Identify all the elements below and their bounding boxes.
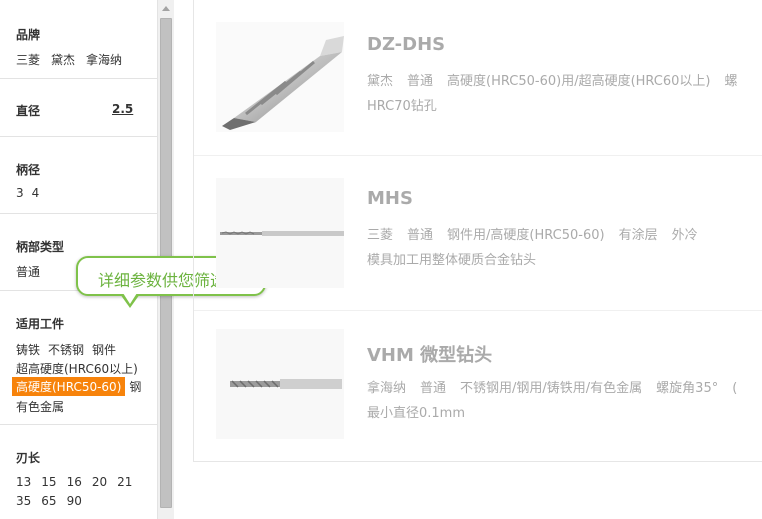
product-card[interactable]: MHS 三菱 普通 钢件用/高硬度(HRC50-60) 有涂层 外冷 模具加工用整体硬质… [194, 155, 762, 308]
drill-dz-dhs-icon [222, 36, 344, 130]
product-tags: 黛杰 普通 高硬度(HRC50-60)用/超高硬度(HRC60以上) 螺 [367, 70, 752, 89]
tooltip-tail [120, 293, 140, 308]
blade-length-option[interactable]: 13 [16, 475, 31, 489]
workpiece-option-stainless[interactable]: 不锈钢 [48, 341, 84, 358]
product-tag: ( [732, 381, 738, 396]
product-list: DZ-DHS 黛杰 普通 高硬度(HRC50-60)用/超高硬度(HRC60以上) 螺… [193, 0, 762, 462]
scroll-up-arrow-icon[interactable] [158, 0, 174, 17]
blade-length-option[interactable]: 21 [117, 475, 132, 489]
brand-option-mitsubishi[interactable]: 三菱 [16, 51, 40, 68]
shank-dia-option-3[interactable]: 3 [16, 186, 24, 200]
brand-options: 三菱 黛杰 拿海纳 [16, 51, 133, 68]
product-tag: 外冷 [671, 228, 698, 243]
filter-group-workpiece: 适用工件 铸铁 不锈钢 钢件 超高硬度(HRC60以上) 高硬度(HRC50-60)… [0, 291, 157, 425]
filter-title-blade-length: 刃长 [16, 451, 41, 465]
shank-dia-option-4[interactable]: 4 [32, 186, 40, 200]
workpiece-options-row3: 高硬度(HRC50-60) 钢 [12, 377, 152, 396]
product-tag: 高硬度(HRC50-60)用/超高硬度(HRC60以上) [447, 74, 711, 89]
brand-option-daijet[interactable]: 黛杰 [51, 51, 75, 68]
product-name[interactable]: MHS [367, 188, 413, 209]
workpiece-options-row2: 超高硬度(HRC60以上) [16, 360, 149, 377]
product-tag: 普通 [420, 381, 447, 396]
filter-title-shank-dia: 柄径 [16, 163, 41, 177]
product-tags: 拿海纳 普通 不锈钢用/钢用/铸铁用/有色金属 螺旋角35° ( [367, 377, 751, 396]
workpiece-options-row1: 铸铁 不锈钢 钢件 [16, 341, 127, 358]
shank-dia-options: 34 [16, 186, 50, 200]
product-card[interactable]: VHM 微型钻头 拿海纳 普通 不锈钢用/钢用/铸铁用/有色金属 螺旋角35° ( 最小… [194, 310, 762, 463]
filter-title-workpiece: 适用工件 [16, 317, 65, 331]
drill-vhm-micro-icon [230, 379, 342, 389]
product-desc: HRC70钻孔 [367, 99, 437, 114]
product-image[interactable] [216, 178, 344, 288]
filter-title-brand: 品牌 [16, 28, 41, 42]
workpiece-option-hard-selected[interactable]: 高硬度(HRC50-60) [12, 377, 126, 396]
blade-length-row1: 13 15 16 20 21 [16, 475, 143, 489]
product-desc: 最小直径0.1mm [367, 406, 466, 421]
product-tag: 普通 [407, 74, 434, 89]
workpiece-option-cast-iron[interactable]: 铸铁 [16, 341, 40, 358]
product-tag: 螺 [724, 74, 738, 89]
filter-group-diameter: 直径 2.5 [0, 79, 157, 137]
product-name[interactable]: DZ-DHS [367, 34, 445, 55]
blade-length-option[interactable]: 20 [92, 475, 107, 489]
workpiece-option-nonferrous[interactable]: 有色金属 [16, 398, 64, 415]
filter-group-blade-length: 刃长 13 15 16 20 21 35 65 90 [0, 425, 157, 519]
product-card[interactable]: DZ-DHS 黛杰 普通 高硬度(HRC50-60)用/超高硬度(HRC60以上) 螺… [194, 0, 762, 153]
blade-length-option[interactable]: 35 [16, 494, 31, 508]
product-tag: 有涂层 [618, 228, 658, 243]
filter-title-diameter: 直径 [16, 104, 41, 118]
filter-group-brand: 品牌 三菱 黛杰 拿海纳 [0, 0, 157, 79]
workpiece-options-row4: 有色金属 [16, 398, 75, 415]
product-tag: 三菱 [367, 228, 394, 243]
workpiece-option-steel[interactable]: 钢件 [92, 341, 116, 358]
filter-title-shank-type: 柄部类型 [16, 240, 65, 254]
product-image[interactable] [216, 22, 344, 132]
filter-group-shank-dia: 柄径 34 [0, 137, 157, 214]
product-tag: 黛杰 [367, 74, 394, 89]
workpiece-option-ultra-hard[interactable]: 超高硬度(HRC60以上) [16, 360, 138, 377]
product-desc: 模具加工用整体硬质合金钻头 [367, 253, 537, 268]
blade-length-option[interactable]: 90 [67, 494, 82, 508]
blade-length-row2: 35 65 90 [16, 494, 93, 508]
product-tag: 拿海纳 [367, 381, 407, 396]
diameter-value[interactable]: 2.5 [112, 102, 133, 116]
product-image[interactable] [216, 329, 344, 439]
shank-type-options: 普通 [16, 263, 51, 280]
workpiece-option-steel-trunc[interactable]: 钢 [129, 378, 141, 395]
product-tags: 三菱 普通 钢件用/高硬度(HRC50-60) 有涂层 外冷 [367, 224, 712, 243]
drill-mhs-icon [220, 231, 344, 236]
blade-length-option[interactable]: 15 [41, 475, 56, 489]
brand-option-nachi[interactable]: 拿海纳 [86, 51, 122, 68]
product-tag: 钢件用/高硬度(HRC50-60) [447, 228, 605, 243]
product-name[interactable]: VHM 微型钻头 [367, 341, 492, 367]
product-tag: 普通 [407, 228, 434, 243]
blade-length-option[interactable]: 65 [41, 494, 56, 508]
product-tag: 不锈钢用/钢用/铸铁用/有色金属 [460, 381, 643, 396]
shank-type-option-normal[interactable]: 普通 [16, 263, 40, 280]
product-tag: 螺旋角35° [656, 381, 719, 396]
blade-length-option[interactable]: 16 [67, 475, 82, 489]
